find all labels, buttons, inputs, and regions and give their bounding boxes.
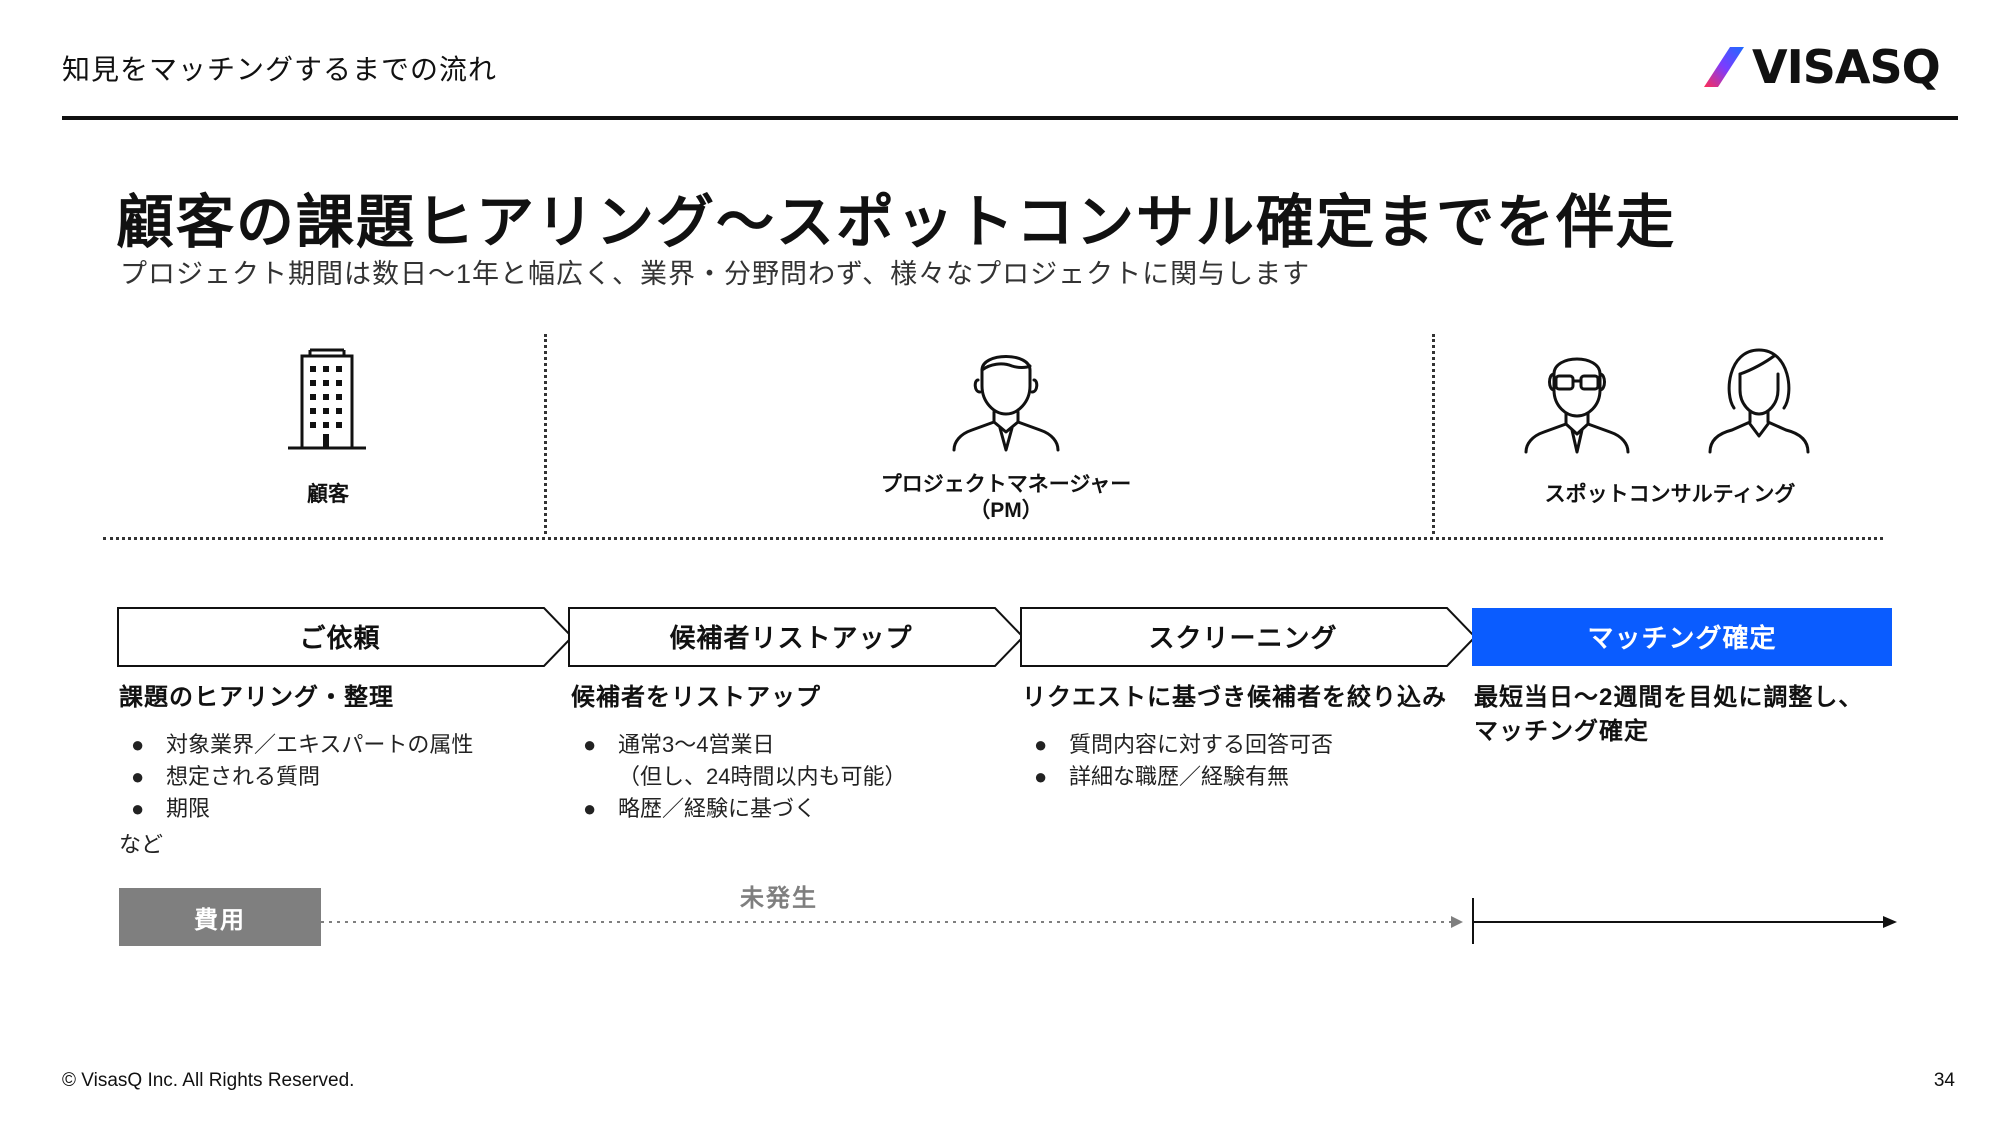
step-4-heading-line1: 最短当日〜2週間を目処に調整し、: [1474, 684, 1864, 711]
consultant-female-icon: [1708, 348, 1810, 454]
solid-arrowhead-icon: [1883, 916, 1897, 928]
cost-timeline: [321, 898, 1897, 944]
list-item: ● 詳細な職歴／経験有無: [1022, 761, 1333, 793]
consultant-male-icon: [1524, 357, 1630, 454]
step-3-heading: リクエストに基づき候補者を絞り込み: [1022, 684, 1447, 711]
step-2-bullets: ● 通常3〜4営業日 （但し、24時間以内も可能） ● 略歴／経験に基づく: [571, 729, 906, 825]
role-pm-label-line1: プロジェクトマネージャー: [880, 473, 1132, 496]
bullet-dot: ●: [131, 764, 145, 789]
bullet-text: 通常3〜4営業日: [618, 732, 775, 757]
list-item: ● 対象業界／エキスパートの属性: [119, 729, 473, 761]
bullet-dot: ●: [583, 732, 597, 757]
column-divider: [1432, 334, 1435, 534]
step-4-heading-line2: マッチング確定: [1474, 718, 1649, 745]
dotted-arrowhead-icon: [1451, 916, 1463, 928]
page-number: 34: [1933, 1070, 1955, 1091]
bullet-text: 略歴／経験に基づく: [618, 796, 817, 821]
bullet-dot: ●: [583, 796, 597, 821]
role-pm-label: プロジェクトマネージャー （PM）: [856, 472, 1156, 524]
project-manager-icon: [952, 355, 1060, 452]
list-item: ● 略歴／経験に基づく: [571, 793, 906, 825]
role-pm-label-line2: （PM）: [969, 499, 1043, 522]
step-1-note: など: [119, 832, 164, 857]
visasq-logo: VISASQ: [1700, 40, 1941, 94]
header-title: 知見をマッチングするまでの流れ: [62, 54, 498, 85]
bullet-text: 質問内容に対する回答可否: [1069, 732, 1334, 757]
footer-copyright: © VisasQ Inc. All Rights Reserved.: [62, 1070, 355, 1091]
column-divider: [544, 334, 547, 534]
step-1-bullets: ● 対象業界／エキスパートの属性 ● 想定される質問 ● 期限: [119, 729, 473, 825]
step-2-bullet-list-cont: ● 略歴／経験に基づく: [571, 793, 906, 825]
list-item: ● 質問内容に対する回答可否: [1022, 729, 1333, 761]
bullet-dot: ●: [131, 732, 145, 757]
bullet-text: 想定される質問: [166, 764, 321, 789]
step-3-bullets: ● 質問内容に対する回答可否 ● 詳細な職歴／経験有無: [1022, 729, 1333, 793]
header-rule: [62, 116, 1958, 120]
bullet-dot: ●: [131, 796, 145, 821]
role-customer-label: 顧客: [307, 483, 349, 506]
page-title: 顧客の課題ヒアリング〜スポットコンサル確定までを伴走: [116, 190, 1677, 255]
bullet-text: 期限: [166, 796, 211, 821]
step-1-label: ご依頼: [299, 622, 381, 653]
bullet-text: 対象業界／エキスパートの属性: [166, 732, 474, 757]
bullet-dot: ●: [1034, 764, 1048, 789]
page-subtitle: プロジェクト期間は数日〜1年と幅広く、業界・分野問わず、様々なプロジェクトに関与…: [120, 259, 1311, 289]
step-1-heading: 課題のヒアリング・整理: [119, 684, 394, 711]
step-2-bullet-list: ● 通常3〜4営業日: [571, 729, 906, 761]
list-item: ● 通常3〜4営業日: [571, 729, 906, 761]
list-item: ● 想定される質問: [119, 761, 473, 793]
cost-label-box: 費用: [119, 888, 321, 946]
roles-divider: [103, 537, 1883, 540]
logo-text: VISASQ: [1752, 40, 1941, 94]
step-3-label: スクリーニング: [1148, 622, 1338, 653]
building-icon: [288, 348, 366, 450]
bullet-dot: ●: [1034, 732, 1048, 757]
logo-slash-icon: [1704, 47, 1744, 87]
step-2-note: （但し、24時間以内も可能）: [618, 764, 907, 789]
step-4-label: マッチング確定: [1587, 622, 1777, 653]
step-2-label: 候補者リストアップ: [669, 622, 913, 653]
step-2-heading: 候補者をリストアップ: [571, 684, 821, 711]
role-consulting-label: スポットコンサルティング: [1544, 483, 1796, 506]
bullet-text: 詳細な職歴／経験有無: [1069, 764, 1290, 789]
list-item: ● 期限: [119, 793, 473, 825]
step-4-heading: 最短当日〜2週間を目処に調整し、 マッチング確定: [1474, 681, 1863, 749]
